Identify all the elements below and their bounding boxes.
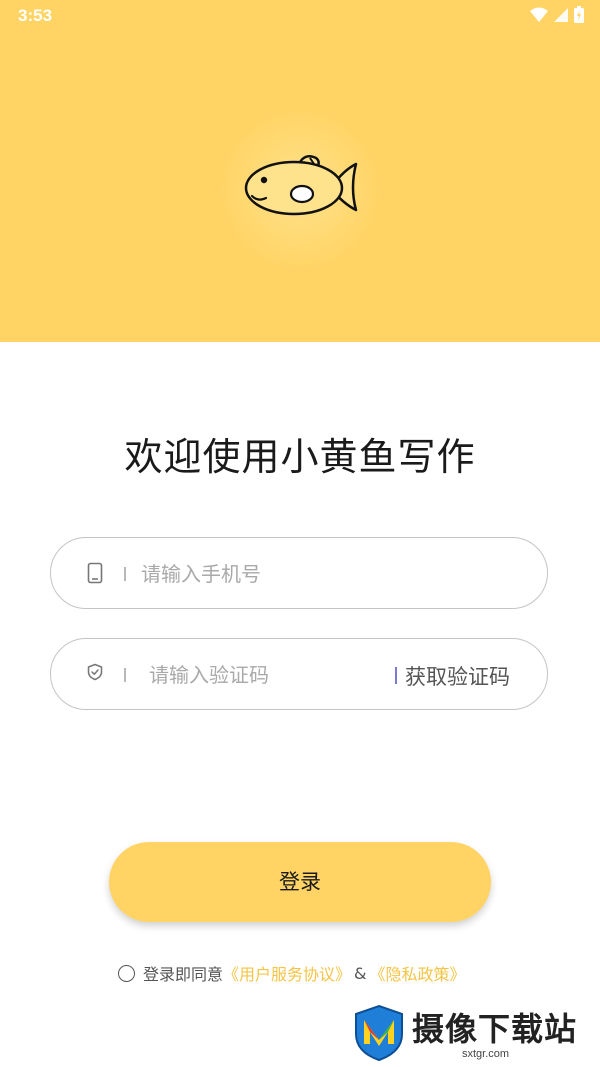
code-input[interactable] [149,657,409,693]
phone-field[interactable] [50,537,548,609]
agreement-row: 登录即同意 《用户服务协议》 & 《隐私政策》 [118,961,466,985]
watermark-url: sxtgr.com [462,1048,510,1060]
phone-icon [87,562,103,584]
watermark: 摄像下载站 sxtgr.com [352,1004,592,1062]
wifi-icon [530,7,548,22]
fish-logo-icon [244,155,358,216]
header-banner: 3:53 [0,0,600,342]
terms-link[interactable]: 《用户服务协议》 [223,961,351,985]
status-icons [530,6,584,23]
status-bar: 3:53 [0,0,600,34]
welcome-title: 欢迎使用小黄鱼写作 [124,435,476,479]
agreement-prefix: 登录即同意 [143,965,224,984]
phone-input[interactable] [141,556,401,592]
get-code-divider [395,667,397,684]
code-field[interactable]: 获取验证码 [50,638,548,710]
phone-field-divider [124,567,126,581]
watermark-logo-icon [355,1004,403,1062]
signal-icon [554,7,568,22]
code-field-divider [124,668,126,682]
status-time: 3:53 [18,6,53,25]
battery-icon [574,6,584,23]
agreement-amp: & [354,963,367,983]
watermark-title: 摄像下载站 [412,1010,578,1048]
agree-checkbox[interactable] [118,964,135,982]
login-button[interactable]: 登录 [109,842,491,922]
shield-icon [87,663,103,681]
get-code-button[interactable]: 获取验证码 [405,661,510,691]
privacy-link[interactable]: 《隐私政策》 [370,961,466,985]
